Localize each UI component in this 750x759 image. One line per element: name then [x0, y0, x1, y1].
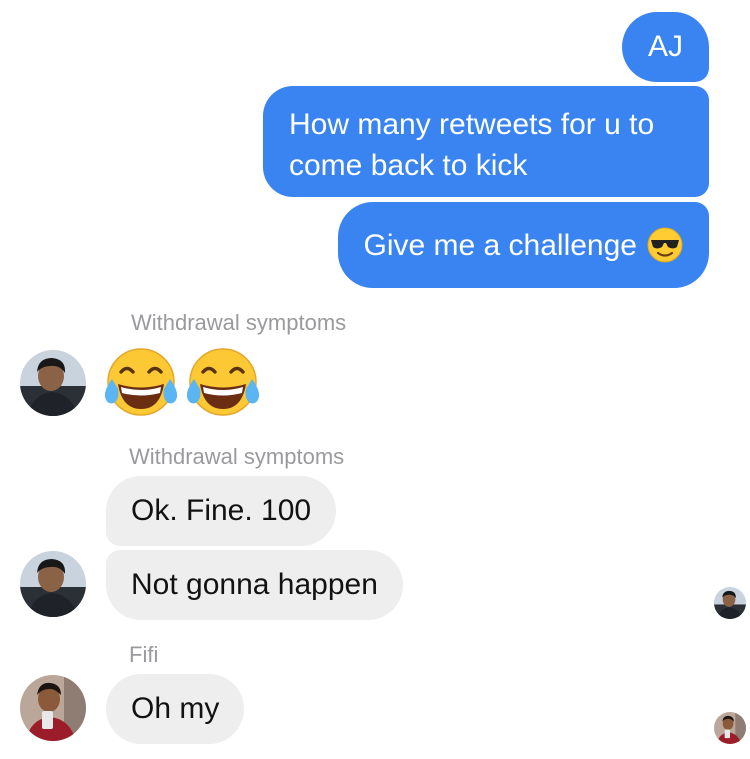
incoming-message[interactable]: Ok. Fine. 100 [106, 476, 337, 546]
withdrawal-symptoms-avatar[interactable] [20, 551, 86, 617]
incoming-message[interactable]: Oh my [106, 674, 245, 744]
outgoing-message-retweets[interactable]: How many retweets for u to come back to … [263, 86, 709, 197]
withdrawal-symptoms-avatar[interactable] [20, 350, 86, 416]
outgoing-message-challenge[interactable]: Give me a challenge [337, 202, 709, 288]
message-text: Give me a challenge [363, 228, 638, 262]
incoming-message[interactable]: Not gonna happen [106, 550, 403, 620]
sender-name: Withdrawal symptoms [129, 444, 345, 469]
tears-of-joy-emoji-icon [184, 345, 262, 421]
sunglasses-face-emoji-icon [647, 227, 683, 263]
sender-name: Withdrawal symptoms [131, 310, 347, 335]
sender-name: Fifi [129, 642, 159, 667]
message-text: Not gonna happen [131, 568, 378, 601]
message-text: Oh my [131, 692, 220, 725]
tears-of-joy-emoji-icon [102, 345, 180, 421]
read-receipt-withdrawal-symptoms-avatar [714, 587, 746, 619]
fifi-avatar[interactable] [20, 675, 86, 741]
message-text: How many retweets for u to come back to … [289, 108, 655, 182]
message-text: Ok. Fine. 100 [131, 494, 312, 527]
read-receipt-fifi-avatar [714, 712, 746, 744]
outgoing-message-aj[interactable]: AJ [621, 12, 709, 82]
message-text: AJ [647, 30, 683, 63]
